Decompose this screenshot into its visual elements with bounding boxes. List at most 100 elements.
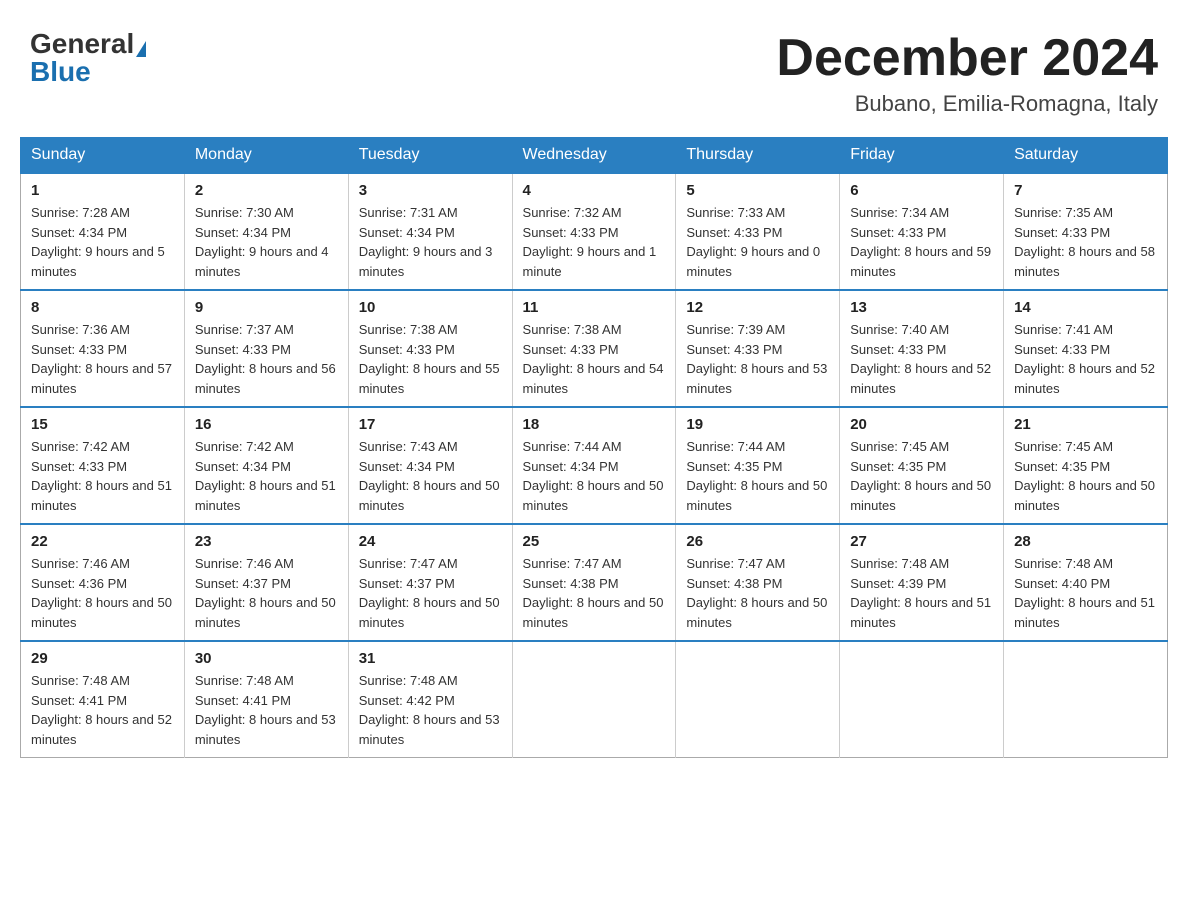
calendar-cell: 21 Sunrise: 7:45 AM Sunset: 4:35 PM Dayl… — [1004, 407, 1168, 524]
calendar-cell: 7 Sunrise: 7:35 AM Sunset: 4:33 PM Dayli… — [1004, 173, 1168, 290]
daylight-label: Daylight: 8 hours and 56 minutes — [195, 361, 336, 396]
sunrise-label: Sunrise: 7:48 AM — [850, 556, 949, 571]
day-number: 23 — [195, 533, 338, 550]
daylight-label: Daylight: 8 hours and 50 minutes — [31, 595, 172, 630]
sunrise-label: Sunrise: 7:39 AM — [686, 322, 785, 337]
day-number: 8 — [31, 299, 174, 316]
sunrise-label: Sunrise: 7:47 AM — [686, 556, 785, 571]
sunset-label: Sunset: 4:37 PM — [195, 576, 291, 591]
logo-blue-text: Blue — [30, 58, 91, 86]
daylight-label: Daylight: 8 hours and 50 minutes — [359, 595, 500, 630]
day-number: 30 — [195, 650, 338, 667]
daylight-label: Daylight: 8 hours and 50 minutes — [1014, 478, 1155, 513]
sunrise-label: Sunrise: 7:36 AM — [31, 322, 130, 337]
daylight-label: Daylight: 8 hours and 50 minutes — [359, 478, 500, 513]
sunrise-label: Sunrise: 7:45 AM — [850, 439, 949, 454]
calendar-cell — [676, 641, 840, 758]
sunrise-label: Sunrise: 7:33 AM — [686, 205, 785, 220]
col-friday: Friday — [840, 138, 1004, 174]
day-info: Sunrise: 7:48 AM Sunset: 4:39 PM Dayligh… — [850, 554, 993, 632]
sunset-label: Sunset: 4:33 PM — [523, 342, 619, 357]
calendar-cell: 31 Sunrise: 7:48 AM Sunset: 4:42 PM Dayl… — [348, 641, 512, 758]
calendar-cell — [512, 641, 676, 758]
sunrise-label: Sunrise: 7:44 AM — [686, 439, 785, 454]
sunrise-label: Sunrise: 7:34 AM — [850, 205, 949, 220]
daylight-label: Daylight: 8 hours and 55 minutes — [359, 361, 500, 396]
calendar-cell: 20 Sunrise: 7:45 AM Sunset: 4:35 PM Dayl… — [840, 407, 1004, 524]
day-number: 1 — [31, 182, 174, 199]
sunset-label: Sunset: 4:34 PM — [31, 225, 127, 240]
sunrise-label: Sunrise: 7:44 AM — [523, 439, 622, 454]
sunrise-label: Sunrise: 7:48 AM — [31, 673, 130, 688]
day-number: 7 — [1014, 182, 1157, 199]
daylight-label: Daylight: 8 hours and 50 minutes — [523, 478, 664, 513]
day-info: Sunrise: 7:42 AM Sunset: 4:33 PM Dayligh… — [31, 437, 174, 515]
daylight-label: Daylight: 8 hours and 51 minutes — [850, 595, 991, 630]
calendar-cell: 27 Sunrise: 7:48 AM Sunset: 4:39 PM Dayl… — [840, 524, 1004, 641]
sunrise-label: Sunrise: 7:43 AM — [359, 439, 458, 454]
daylight-label: Daylight: 8 hours and 52 minutes — [1014, 361, 1155, 396]
calendar-cell: 24 Sunrise: 7:47 AM Sunset: 4:37 PM Dayl… — [348, 524, 512, 641]
day-info: Sunrise: 7:48 AM Sunset: 4:42 PM Dayligh… — [359, 671, 502, 749]
logo: General Blue — [30, 30, 146, 86]
logo-general-text: General — [30, 28, 134, 59]
sunset-label: Sunset: 4:34 PM — [359, 459, 455, 474]
day-info: Sunrise: 7:39 AM Sunset: 4:33 PM Dayligh… — [686, 320, 829, 398]
daylight-label: Daylight: 8 hours and 52 minutes — [850, 361, 991, 396]
calendar-table: Sunday Monday Tuesday Wednesday Thursday… — [20, 137, 1168, 758]
sunset-label: Sunset: 4:33 PM — [31, 342, 127, 357]
sunset-label: Sunset: 4:37 PM — [359, 576, 455, 591]
calendar-week-row: 22 Sunrise: 7:46 AM Sunset: 4:36 PM Dayl… — [21, 524, 1168, 641]
daylight-label: Daylight: 8 hours and 50 minutes — [195, 595, 336, 630]
sunrise-label: Sunrise: 7:31 AM — [359, 205, 458, 220]
calendar-cell: 2 Sunrise: 7:30 AM Sunset: 4:34 PM Dayli… — [184, 173, 348, 290]
day-number: 14 — [1014, 299, 1157, 316]
sunrise-label: Sunrise: 7:47 AM — [359, 556, 458, 571]
calendar-cell: 22 Sunrise: 7:46 AM Sunset: 4:36 PM Dayl… — [21, 524, 185, 641]
daylight-label: Daylight: 8 hours and 50 minutes — [686, 595, 827, 630]
day-info: Sunrise: 7:37 AM Sunset: 4:33 PM Dayligh… — [195, 320, 338, 398]
day-info: Sunrise: 7:47 AM Sunset: 4:38 PM Dayligh… — [686, 554, 829, 632]
sunset-label: Sunset: 4:35 PM — [1014, 459, 1110, 474]
day-number: 10 — [359, 299, 502, 316]
col-monday: Monday — [184, 138, 348, 174]
logo-top-row: General — [30, 30, 146, 58]
day-info: Sunrise: 7:46 AM Sunset: 4:36 PM Dayligh… — [31, 554, 174, 632]
daylight-label: Daylight: 8 hours and 54 minutes — [523, 361, 664, 396]
sunset-label: Sunset: 4:35 PM — [850, 459, 946, 474]
calendar-week-row: 1 Sunrise: 7:28 AM Sunset: 4:34 PM Dayli… — [21, 173, 1168, 290]
sunset-label: Sunset: 4:38 PM — [523, 576, 619, 591]
day-number: 4 — [523, 182, 666, 199]
day-number: 18 — [523, 416, 666, 433]
calendar-cell: 15 Sunrise: 7:42 AM Sunset: 4:33 PM Dayl… — [21, 407, 185, 524]
day-info: Sunrise: 7:40 AM Sunset: 4:33 PM Dayligh… — [850, 320, 993, 398]
daylight-label: Daylight: 8 hours and 57 minutes — [31, 361, 172, 396]
sunset-label: Sunset: 4:39 PM — [850, 576, 946, 591]
sunrise-label: Sunrise: 7:48 AM — [1014, 556, 1113, 571]
calendar-cell: 25 Sunrise: 7:47 AM Sunset: 4:38 PM Dayl… — [512, 524, 676, 641]
sunrise-label: Sunrise: 7:48 AM — [195, 673, 294, 688]
sunrise-label: Sunrise: 7:42 AM — [31, 439, 130, 454]
sunrise-label: Sunrise: 7:45 AM — [1014, 439, 1113, 454]
col-thursday: Thursday — [676, 138, 840, 174]
calendar-cell: 9 Sunrise: 7:37 AM Sunset: 4:33 PM Dayli… — [184, 290, 348, 407]
calendar-cell — [1004, 641, 1168, 758]
calendar-header-row: Sunday Monday Tuesday Wednesday Thursday… — [21, 138, 1168, 174]
sunset-label: Sunset: 4:36 PM — [31, 576, 127, 591]
day-number: 5 — [686, 182, 829, 199]
sunset-label: Sunset: 4:33 PM — [31, 459, 127, 474]
day-info: Sunrise: 7:43 AM Sunset: 4:34 PM Dayligh… — [359, 437, 502, 515]
calendar-subtitle: Bubano, Emilia-Romagna, Italy — [776, 91, 1158, 117]
calendar-cell: 17 Sunrise: 7:43 AM Sunset: 4:34 PM Dayl… — [348, 407, 512, 524]
day-info: Sunrise: 7:44 AM Sunset: 4:34 PM Dayligh… — [523, 437, 666, 515]
sunset-label: Sunset: 4:33 PM — [850, 225, 946, 240]
day-number: 20 — [850, 416, 993, 433]
sunrise-label: Sunrise: 7:46 AM — [31, 556, 130, 571]
day-info: Sunrise: 7:48 AM Sunset: 4:40 PM Dayligh… — [1014, 554, 1157, 632]
day-number: 13 — [850, 299, 993, 316]
sunset-label: Sunset: 4:33 PM — [1014, 225, 1110, 240]
day-number: 3 — [359, 182, 502, 199]
daylight-label: Daylight: 8 hours and 53 minutes — [195, 712, 336, 747]
col-sunday: Sunday — [21, 138, 185, 174]
daylight-label: Daylight: 9 hours and 0 minutes — [686, 244, 820, 279]
